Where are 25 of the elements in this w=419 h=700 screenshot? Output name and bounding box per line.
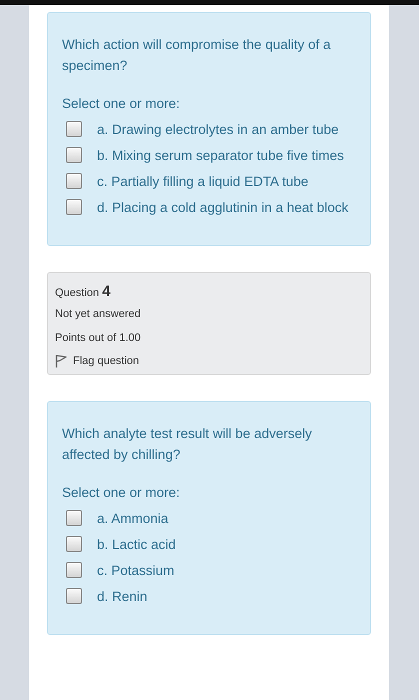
answer-status: Not yet answered — [55, 307, 142, 322]
option-label[interactable]: a. Ammonia — [97, 511, 168, 526]
flag-icon[interactable] — [55, 354, 67, 368]
option-label[interactable]: b. Lactic acid — [97, 537, 176, 552]
option-label[interactable]: a. Drawing electrolytes in an amber tube — [97, 122, 339, 137]
checkbox[interactable] — [66, 121, 82, 137]
flag-question-link[interactable]: Flag question — [73, 355, 140, 367]
checkbox[interactable] — [66, 199, 82, 215]
answer-prompt: Select one or more: — [62, 484, 181, 502]
points-text: Points out of 1.00 — [55, 331, 142, 346]
question-number: Question 4 — [55, 283, 112, 300]
checkbox[interactable] — [66, 588, 82, 604]
checkbox[interactable] — [66, 536, 82, 552]
option-label[interactable]: d. Placing a cold agglutinin in a heat block — [97, 200, 348, 215]
checkbox[interactable] — [66, 147, 82, 163]
option-label[interactable]: d. Renin — [97, 589, 148, 604]
answer-prompt: Select one or more: — [62, 95, 181, 113]
checkbox[interactable] — [66, 510, 82, 526]
question-text: Which action will compromise the quality of a specimen? — [62, 36, 332, 75]
question-text: Which analyte test result will be adversely affected by chilling? — [62, 425, 313, 464]
option-label[interactable]: b. Mixing serum separator tube five times — [97, 148, 344, 163]
checkbox[interactable] — [66, 562, 82, 578]
option-label[interactable]: c. Potassium — [97, 563, 174, 578]
option-label[interactable]: c. Partially filling a liquid EDTA tube — [97, 174, 308, 189]
checkbox[interactable] — [66, 173, 82, 189]
